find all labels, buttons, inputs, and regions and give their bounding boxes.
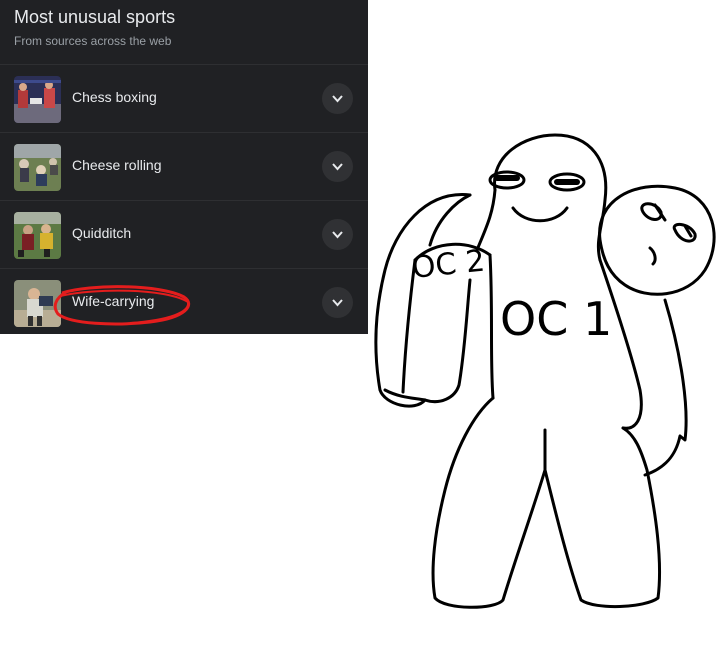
expand-button[interactable] — [322, 151, 353, 182]
list-item-wife-carrying[interactable]: Wife-carrying — [0, 268, 368, 337]
list-item-chess-boxing[interactable]: Chess boxing — [0, 64, 368, 133]
oc2-head — [598, 184, 716, 296]
item-label: Cheese rolling — [72, 157, 162, 173]
chevron-down-icon — [332, 231, 343, 239]
oc1-label: OC 1 — [500, 292, 612, 346]
search-results-panel: Most unusual sports From sources across … — [0, 0, 368, 334]
list-item-quidditch[interactable]: Quidditch — [0, 200, 368, 269]
chevron-down-icon — [332, 299, 343, 307]
panel-subtitle: From sources across the web — [14, 34, 172, 48]
expand-button[interactable] — [322, 83, 353, 114]
item-label: Quidditch — [72, 225, 132, 241]
expand-button[interactable] — [322, 287, 353, 318]
list-item-cheese-rolling[interactable]: Cheese rolling — [0, 132, 368, 201]
expand-button[interactable] — [322, 219, 353, 250]
hand-drawn-characters: OC 2 OC 1 — [374, 133, 716, 609]
panel-title: Most unusual sports — [14, 7, 176, 27]
chess-boxing-thumbnail — [14, 76, 61, 123]
oc2-label: OC 2 — [410, 243, 486, 285]
wife-carrying-thumbnail — [14, 280, 61, 327]
chevron-down-icon — [332, 163, 343, 171]
item-label: Chess boxing — [72, 89, 157, 105]
chevron-down-icon — [332, 95, 343, 103]
oc1-head — [493, 133, 608, 262]
cheese-rolling-thumbnail — [14, 144, 61, 191]
item-label: Wife-carrying — [72, 293, 155, 309]
quidditch-thumbnail — [14, 212, 61, 259]
